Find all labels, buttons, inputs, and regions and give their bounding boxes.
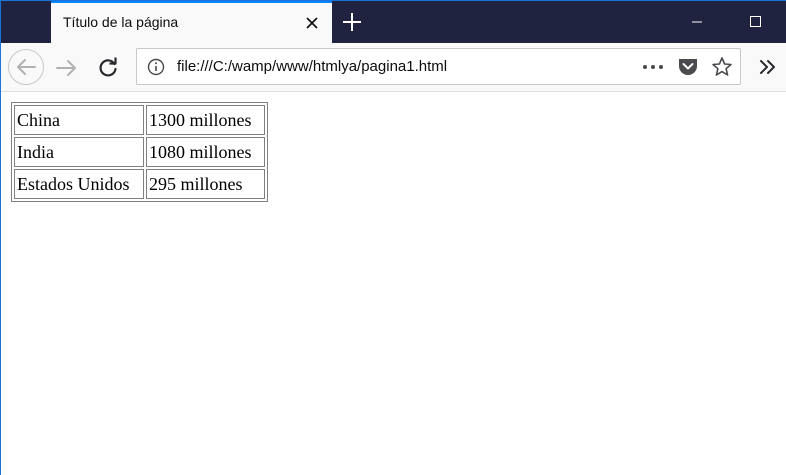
table-cell: India bbox=[14, 137, 144, 167]
title-bar: Título de la página bbox=[1, 1, 786, 43]
table-cell: China bbox=[14, 105, 144, 135]
info-icon[interactable] bbox=[147, 58, 165, 76]
page-content: China 1300 millones India 1080 millones … bbox=[1, 92, 786, 475]
tab-active[interactable]: Título de la página bbox=[51, 1, 332, 43]
table-cell: Estados Unidos bbox=[14, 169, 144, 199]
plus-icon[interactable] bbox=[340, 10, 364, 34]
forward-arrow-icon[interactable] bbox=[54, 55, 80, 81]
browser-window: Título de la página file:///C:/wamp/www/… bbox=[0, 0, 786, 475]
reload-icon[interactable] bbox=[95, 55, 121, 81]
back-arrow-icon[interactable] bbox=[8, 49, 44, 85]
navigation-toolbar: file:///C:/wamp/www/htmlya/pagina1.html bbox=[1, 43, 786, 92]
population-table: China 1300 millones India 1080 millones … bbox=[11, 102, 268, 202]
table-row: Estados Unidos 295 millones bbox=[14, 169, 265, 199]
url-text[interactable]: file:///C:/wamp/www/htmlya/pagina1.html bbox=[177, 58, 447, 75]
table-row: China 1300 millones bbox=[14, 105, 265, 135]
maximize-icon[interactable] bbox=[732, 1, 778, 43]
close-icon[interactable] bbox=[304, 15, 320, 31]
table-cell: 1300 millones bbox=[146, 105, 265, 135]
more-icon[interactable] bbox=[641, 58, 665, 76]
tab-title: Título de la página bbox=[63, 14, 179, 30]
url-bar[interactable]: file:///C:/wamp/www/htmlya/pagina1.html bbox=[136, 48, 741, 85]
table-row: India 1080 millones bbox=[14, 137, 265, 167]
star-icon[interactable] bbox=[711, 56, 733, 78]
chevron-double-right-icon[interactable] bbox=[757, 57, 779, 77]
pocket-icon[interactable] bbox=[677, 57, 699, 77]
table-cell: 1080 millones bbox=[146, 137, 265, 167]
table-cell: 295 millones bbox=[146, 169, 265, 199]
minimize-icon[interactable] bbox=[674, 1, 720, 43]
